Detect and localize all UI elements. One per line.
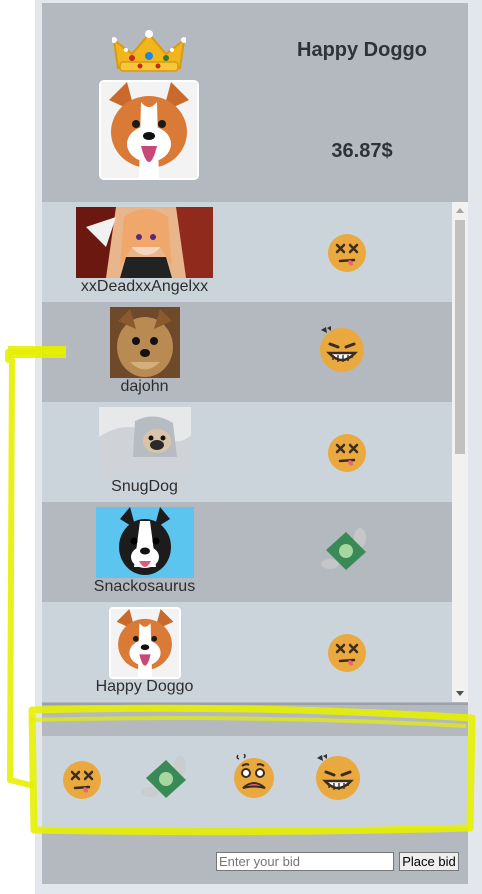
bidder-list-scrollbar[interactable] — [452, 202, 468, 702]
grinning-angry-icon — [318, 326, 366, 374]
auction-title: Happy Doggo — [297, 39, 427, 61]
scroll-up-arrow-icon[interactable] — [456, 208, 464, 213]
reaction-bar — [42, 736, 468, 828]
bid-bar: Place bid — [42, 838, 468, 884]
list-item: Happy Doggo — [42, 602, 452, 702]
dead-face-icon — [327, 233, 367, 273]
list-item: xxDeadxxAngelxx — [42, 202, 452, 302]
auction-header: Happy Doggo 36.87$ — [42, 3, 468, 202]
scared-face-reaction-button[interactable] — [232, 754, 276, 802]
crown-icon — [112, 30, 186, 72]
scroll-down-arrow-icon[interactable] — [456, 691, 464, 696]
scrollbar-thumb[interactable] — [455, 220, 465, 454]
dead-face-icon — [327, 633, 367, 673]
bidder-avatar — [110, 307, 180, 378]
bid-input[interactable] — [216, 852, 394, 871]
bidder-avatar — [99, 407, 191, 478]
bidder-avatar — [96, 507, 194, 578]
dead-face-reaction-button[interactable] — [62, 760, 102, 800]
auction-item-avatar — [99, 80, 199, 180]
corgi-image — [101, 82, 197, 178]
list-item: SnugDog — [42, 402, 452, 502]
list-divider — [42, 703, 468, 705]
money-bill-reaction-button[interactable] — [140, 752, 192, 804]
bidder-name: Snackosaurus — [93, 578, 196, 595]
auction-panel: Happy Doggo 36.87$ xxDeadxxAngelxx dajoh… — [42, 3, 468, 884]
current-price: 36.87$ — [331, 140, 393, 162]
place-bid-button[interactable]: Place bid — [399, 852, 459, 871]
money-bill-icon — [321, 528, 366, 570]
bidder-name: Happy Doggo — [95, 678, 194, 695]
bidder-list[interactable]: xxDeadxxAngelxx dajohn SnugDog Snackosau… — [42, 202, 452, 702]
dead-face-icon — [327, 433, 367, 473]
bidder-avatar — [109, 607, 181, 679]
grinning-angry-reaction-button[interactable] — [314, 754, 362, 802]
bidder-name: dajohn — [120, 378, 169, 395]
bidder-avatar — [76, 207, 213, 278]
bidder-name: xxDeadxxAngelxx — [80, 278, 209, 295]
list-item: dajohn — [42, 302, 452, 402]
list-item: Snackosaurus — [42, 502, 452, 602]
bidder-name: SnugDog — [111, 478, 178, 495]
